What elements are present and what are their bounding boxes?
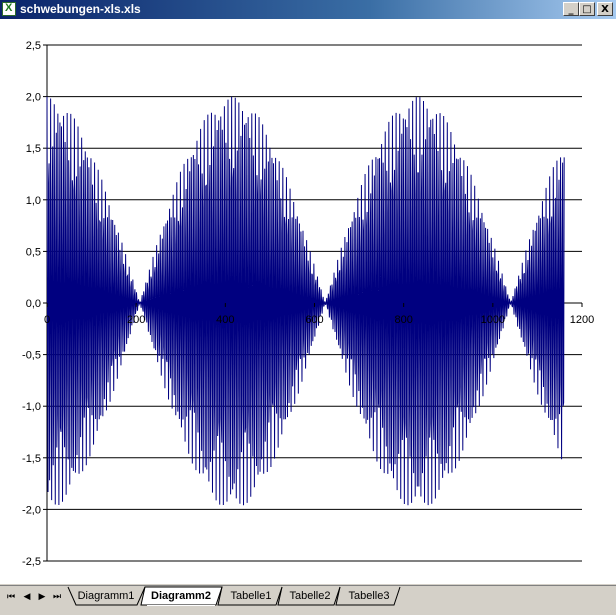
maximize-button[interactable]: □ <box>579 2 595 16</box>
line-chart[interactable]: 2,5 2,0 1,5 1,0 0,5 0,0 -0,5 -1,0 -1,5 -2,0 -2,5 0 2… <box>0 19 616 584</box>
tab-tabelle3[interactable]: Tabelle3 <box>344 588 394 605</box>
tab-tabelle2[interactable]: Tabelle2 <box>285 588 335 605</box>
x-tick-label: 0 <box>44 314 50 326</box>
y-tick-label: 0,5 <box>26 246 41 258</box>
y-tick-label: 2,5 <box>26 40 41 52</box>
sheet-tab-bar: ⏮ ◀ ▶ ⏭ Diagramm1 Diagramm2 Tabelle1 Tab… <box>0 585 616 615</box>
y-tick-label: 0,0 <box>26 298 41 310</box>
x-tick-label: 400 <box>216 314 234 326</box>
excel-icon <box>2 2 16 16</box>
y-tick-label: 1,5 <box>26 143 41 155</box>
tab-tabelle1[interactable]: Tabelle1 <box>226 588 276 605</box>
close-button[interactable]: X <box>597 2 613 16</box>
tab-diagramm1[interactable]: Diagramm1 <box>76 588 136 605</box>
y-tick-label: -1,5 <box>22 453 41 465</box>
y-tick-label: -2,0 <box>22 504 41 516</box>
x-tick-label: 1200 <box>570 314 594 326</box>
y-tick-label: -1,0 <box>22 401 41 413</box>
title-bar: schwebungen-xls.xls _ □ X <box>0 0 616 19</box>
tab-diagramm2[interactable]: Diagramm2 <box>147 588 215 606</box>
x-tick-label: 1000 <box>481 314 505 326</box>
y-tick-label: 2,0 <box>26 92 41 104</box>
data-series-line <box>46 96 565 506</box>
minimize-button[interactable]: _ <box>563 2 579 16</box>
x-tick-label: 800 <box>394 314 412 326</box>
chart-area[interactable]: 2,5 2,0 1,5 1,0 0,5 0,0 -0,5 -1,0 -1,5 -2,0 -2,5 0 2… <box>0 19 616 584</box>
window-title: schwebungen-xls.xls <box>20 2 141 16</box>
y-tick-label: -2,5 <box>22 556 41 568</box>
x-tick-label: 200 <box>127 314 145 326</box>
x-tick-label: 600 <box>305 314 323 326</box>
y-tick-label: 1,0 <box>26 195 41 207</box>
y-tick-label: -0,5 <box>22 350 41 362</box>
